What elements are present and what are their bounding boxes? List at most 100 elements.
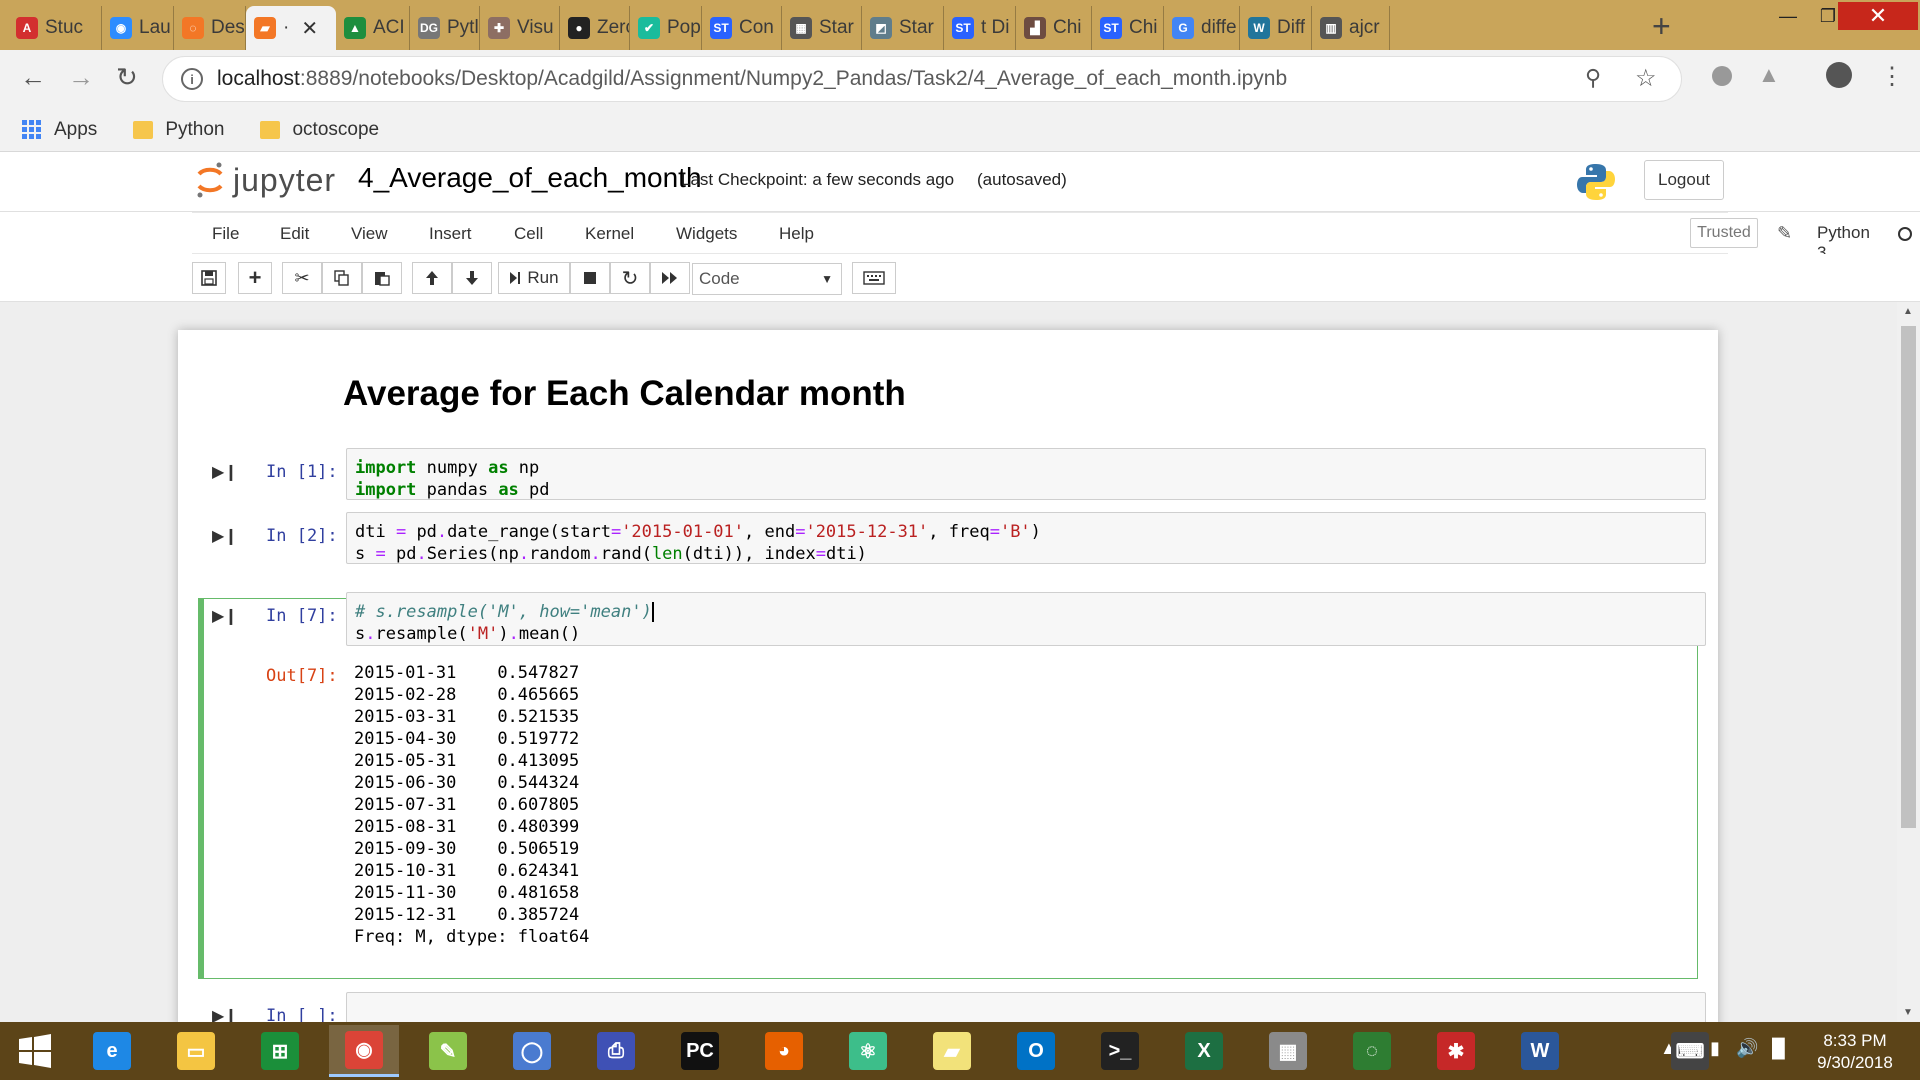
copy-button[interactable] xyxy=(322,262,362,294)
command-palette-button[interactable] xyxy=(852,262,896,294)
taskbar-app[interactable]: >_ xyxy=(1085,1025,1155,1077)
browser-tab[interactable]: ▲ ACI xyxy=(336,6,410,50)
drive-extension-icon[interactable]: ▲ xyxy=(1758,62,1780,88)
taskbar-app[interactable]: ⚛ xyxy=(833,1025,903,1077)
browser-tab[interactable]: ST t Di xyxy=(944,6,1016,50)
taskbar-app[interactable]: ▦ xyxy=(1253,1025,1323,1077)
system-clock[interactable]: 8:33 PM 9/30/2018 xyxy=(1800,1030,1910,1074)
notebook-scroll-area[interactable]: Average for Each Calendar month ▶❙ In [1… xyxy=(0,302,1897,1022)
browser-tab[interactable]: ● Zerc xyxy=(560,6,630,50)
code-cell-2[interactable]: ▶❙ In [2]: dti = pd.date_range(start='20… xyxy=(198,512,1706,564)
run-button[interactable]: Run xyxy=(498,262,570,294)
extension-icon[interactable] xyxy=(1712,66,1732,86)
save-button[interactable] xyxy=(192,262,226,294)
taskbar-app[interactable]: ◌ xyxy=(1337,1025,1407,1077)
close-tab-icon[interactable]: ✕ xyxy=(301,16,318,41)
browser-tab[interactable]: ▦ Star xyxy=(782,6,862,50)
network-signal-icon[interactable]: █ xyxy=(1772,1038,1785,1059)
run-cell-icon[interactable]: ▶❙ xyxy=(212,1006,238,1022)
menu-file[interactable]: File xyxy=(212,224,239,244)
taskbar-app[interactable]: ▭ xyxy=(161,1025,231,1077)
taskbar-app[interactable]: e xyxy=(77,1025,147,1077)
code-input[interactable]: dti = pd.date_range(start='2015-01-01', … xyxy=(346,512,1706,564)
browser-tab[interactable]: ◌ Des xyxy=(174,6,246,50)
logout-button[interactable]: Logout xyxy=(1644,160,1724,200)
scroll-up-icon[interactable]: ▲ xyxy=(1903,306,1913,317)
insert-cell-button[interactable]: + xyxy=(238,262,272,294)
browser-tab[interactable]: ✔ Pop xyxy=(630,6,702,50)
code-cell-3[interactable]: ▶❙ In [7]: # s.resample('M', how='mean')… xyxy=(198,592,1706,972)
new-tab-button[interactable]: + xyxy=(1652,8,1671,45)
interrupt-button[interactable] xyxy=(570,262,610,294)
start-button[interactable] xyxy=(0,1025,70,1077)
taskbar-app[interactable]: W xyxy=(1505,1025,1575,1077)
taskbar-app[interactable]: ◕ xyxy=(749,1025,819,1077)
restart-kernel-button[interactable]: ↻ xyxy=(610,262,650,294)
taskbar-app[interactable]: ◉ xyxy=(329,1025,399,1077)
paste-button[interactable] xyxy=(362,262,402,294)
bookmark-apps[interactable]: Apps xyxy=(22,119,97,141)
browser-tab[interactable]: ST Con xyxy=(702,6,782,50)
jupyter-logo[interactable]: jupyter xyxy=(195,160,336,200)
bookmark-star-icon[interactable]: ☆ xyxy=(1635,64,1657,93)
close-window-button[interactable]: ✕ xyxy=(1838,2,1918,30)
bookmark-octoscope[interactable]: octoscope xyxy=(246,119,379,141)
menu-cell[interactable]: Cell xyxy=(514,224,543,244)
menu-view[interactable]: View xyxy=(351,224,388,244)
browser-tab[interactable]: ▟ Chi xyxy=(1016,6,1092,50)
code-input[interactable]: # s.resample('M', how='mean') s.resample… xyxy=(346,592,1706,646)
taskbar-app[interactable]: PC xyxy=(665,1025,735,1077)
browser-tab[interactable]: Gdiffe xyxy=(1164,6,1240,50)
notebook-name[interactable]: 4_Average_of_each_month xyxy=(358,162,702,194)
browser-tab[interactable]: ✚ Visu xyxy=(480,6,560,50)
trusted-indicator[interactable]: Trusted xyxy=(1690,218,1758,248)
cut-button[interactable]: ✂ xyxy=(282,262,322,294)
menu-edit[interactable]: Edit xyxy=(280,224,309,244)
vertical-scrollbar[interactable]: ▲ ▼ xyxy=(1897,302,1920,1022)
menu-insert[interactable]: Insert xyxy=(429,224,472,244)
browser-tab[interactable]: ▥ ajcr xyxy=(1312,6,1390,50)
code-input-empty[interactable] xyxy=(346,992,1706,1022)
run-cell-icon[interactable]: ▶❙ xyxy=(212,606,238,625)
info-icon[interactable]: i xyxy=(181,68,203,90)
browser-tab[interactable]: ◩ Star xyxy=(862,6,944,50)
reload-icon[interactable]: ↻ xyxy=(116,62,138,93)
taskbar-app[interactable]: ◯ xyxy=(497,1025,567,1077)
scrollbar-thumb[interactable] xyxy=(1901,326,1916,828)
address-bar[interactable]: i localhost:8889/notebooks/Desktop/Acadg… xyxy=(162,56,1682,102)
zoom-icon[interactable]: ⚲ xyxy=(1585,65,1601,91)
scroll-down-icon[interactable]: ▼ xyxy=(1903,1007,1913,1018)
taskbar-app[interactable]: ✎ xyxy=(413,1025,483,1077)
move-up-button[interactable] xyxy=(412,262,452,294)
menu-widgets[interactable]: Widgets xyxy=(676,224,737,244)
code-cell-1[interactable]: ▶❙ In [1]: import numpy as np import pan… xyxy=(198,448,1706,500)
profile-icon[interactable] xyxy=(1826,62,1852,88)
cell-type-select[interactable]: Code ▼ xyxy=(692,263,842,295)
volume-icon[interactable]: 🔊 xyxy=(1736,1038,1758,1059)
browser-tab[interactable]: A Stuc xyxy=(8,6,102,50)
browser-tab[interactable]: ST Chi xyxy=(1092,6,1164,50)
menu-help[interactable]: Help xyxy=(779,224,814,244)
browser-tab[interactable]: ◉ Lau xyxy=(102,6,174,50)
menu-kernel[interactable]: Kernel xyxy=(585,224,634,244)
bookmark-python[interactable]: Python xyxy=(119,119,224,141)
menu-kebab-icon[interactable]: ⋮ xyxy=(1880,62,1904,91)
taskbar-app[interactable]: ✱ xyxy=(1421,1025,1491,1077)
move-down-button[interactable] xyxy=(452,262,492,294)
taskbar-app[interactable]: X xyxy=(1169,1025,1239,1077)
browser-tab[interactable]: DG Pytl xyxy=(410,6,480,50)
browser-tab[interactable]: ▰ · ✕ xyxy=(246,6,336,50)
forward-icon[interactable]: → xyxy=(68,62,94,93)
code-input[interactable]: import numpy as np import pandas as pd xyxy=(346,448,1706,500)
run-cell-icon[interactable]: ▶❙ xyxy=(212,462,238,481)
markdown-heading[interactable]: Average for Each Calendar month xyxy=(343,374,906,414)
browser-tab[interactable]: W Diff xyxy=(1240,6,1312,50)
taskbar-app[interactable]: ⎙ xyxy=(581,1025,651,1077)
run-cell-icon[interactable]: ▶❙ xyxy=(212,526,238,545)
url-text[interactable]: localhost:8889/notebooks/Desktop/Acadgil… xyxy=(217,67,1287,91)
taskbar-app[interactable]: ▰ xyxy=(917,1025,987,1077)
taskbar-app[interactable]: ⊞ xyxy=(245,1025,315,1077)
back-icon[interactable]: ← xyxy=(20,62,46,93)
taskbar-app[interactable]: O xyxy=(1001,1025,1071,1077)
code-cell-4[interactable]: ▶❙ In [ ]: xyxy=(198,992,1706,1022)
